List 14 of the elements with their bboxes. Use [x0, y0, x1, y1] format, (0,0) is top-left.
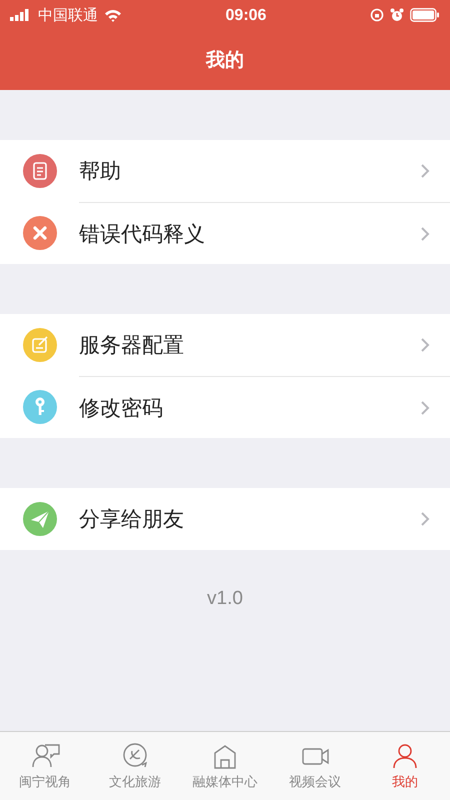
battery-icon — [410, 8, 440, 22]
clock-time: 09:06 — [226, 6, 266, 24]
chevron-right-icon — [420, 511, 430, 527]
chevron-right-icon — [420, 163, 430, 179]
chevron-right-icon — [420, 400, 430, 416]
wifi-icon — [104, 8, 122, 22]
rotation-lock-icon — [370, 8, 384, 22]
tab[interactable]: 我的 — [360, 732, 450, 800]
chevron-right-icon — [420, 226, 430, 242]
chevron-right-icon — [420, 337, 430, 353]
carrier-name: 中国联通 — [38, 6, 98, 24]
version-text: v1.0 — [207, 588, 243, 610]
alarm-icon — [390, 8, 404, 22]
page-title: 我的 — [206, 48, 244, 73]
